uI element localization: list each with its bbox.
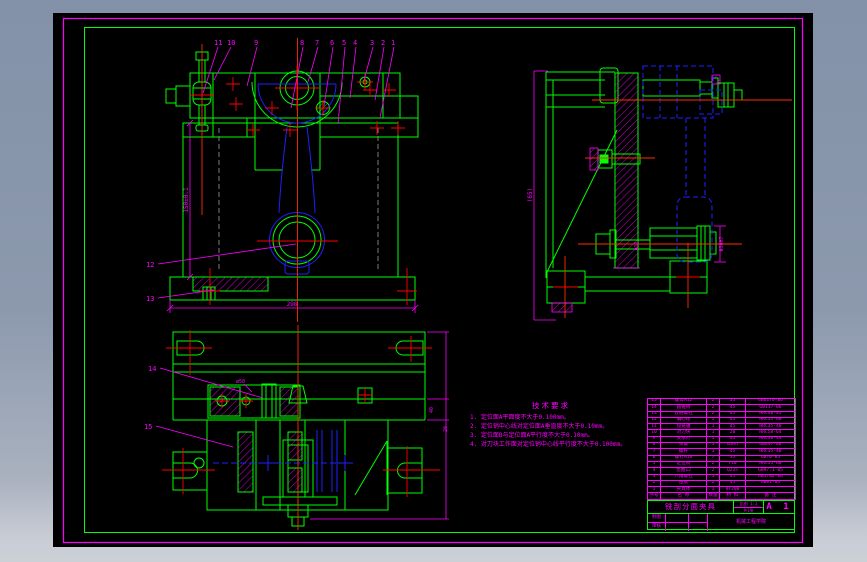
callout-12: 12	[146, 261, 154, 269]
parts-list: 15 螺母M12 2 35 GB6170-86 14 圆锥销 2 45 GB117-86 13 铰链螺…	[647, 397, 796, 501]
callout-1: 1	[391, 39, 395, 47]
front-view	[165, 51, 419, 301]
dim-pin-dia: Φ30H7	[719, 236, 725, 251]
sheet-cell: 共1张	[743, 507, 754, 513]
dim-height: 150±0.1	[183, 187, 190, 213]
callout-5: 5	[342, 39, 346, 47]
callout-10: 10	[227, 39, 235, 47]
organization-name: 机械工程学院	[735, 519, 766, 525]
dim-bolt-dia: Φ12	[634, 241, 640, 250]
callout-leaders	[155, 46, 395, 448]
draw-row: 制图	[648, 514, 707, 522]
callout-14: 14	[148, 365, 156, 373]
callout-15: 15	[144, 423, 152, 431]
callout-11: 11	[214, 39, 222, 47]
check-row: 审核	[648, 522, 707, 531]
draw-name-cell	[666, 514, 689, 522]
parts-list-table: 15 螺母M12 2 35 GB6170-86 14 圆锥销 2 45 GB117-86 13 铰链螺…	[647, 397, 796, 501]
check-date-cell	[689, 523, 707, 531]
side-view-centerlines	[553, 99, 792, 318]
draw-label: 制图	[648, 514, 666, 522]
callout-8: 8	[300, 39, 304, 47]
title-block: 铣剖分面夹具 比例 1:1 共1张 A 1 制图 审核 机械工程学院	[647, 500, 795, 531]
paper-size-label: A 1	[766, 502, 792, 512]
title-block-signatures: 制图 审核	[648, 514, 708, 531]
dim-offset-20: 20	[443, 426, 449, 432]
dimension-labels: 298 150±0.1 (65) Φ30H7 Φ12 ø50 40 20	[183, 187, 725, 432]
title-block-scale-cells: 比例 1:1 共1张	[734, 501, 764, 513]
callout-6: 6	[330, 39, 334, 47]
dim-side-height: (65)	[527, 188, 534, 202]
bom-rows: 15 螺母M12 2 35 GB6170-86 14 圆锥销 2 45 GB117-86 13 铰链螺…	[647, 397, 796, 494]
callout-9: 9	[254, 39, 258, 47]
front-view-workpiece	[257, 83, 337, 275]
top-view	[172, 331, 426, 527]
top-view-centerlines	[162, 325, 440, 530]
check-name-cell	[666, 523, 689, 531]
title-block-row2: 制图 审核 机械工程学院	[648, 513, 794, 531]
dim-hole-dia: ø50	[236, 379, 245, 385]
dim-offset-40: 40	[429, 407, 435, 413]
callout-7: 7	[315, 39, 319, 47]
callout-13: 13	[146, 295, 154, 303]
cad-viewport: 11 10 9 8 7 6 5 4 3 2 1 12 13 14 15 298 …	[0, 0, 867, 562]
callout-4: 4	[353, 39, 357, 47]
bom-header-row: 序号名 称数量材 料备 注	[647, 492, 796, 501]
front-view-hidden	[218, 128, 379, 272]
callout-3: 3	[370, 39, 374, 47]
top-view-annotations	[243, 331, 449, 520]
dim-base-width: 298	[287, 301, 298, 308]
title-block-row1: 铣剖分面夹具 比例 1:1 共1张 A 1	[648, 501, 794, 513]
drawing-title: 铣剖分面夹具	[648, 501, 734, 513]
callout-2: 2	[381, 39, 385, 47]
draw-date-cell	[689, 514, 707, 522]
check-label: 审核	[648, 523, 666, 531]
